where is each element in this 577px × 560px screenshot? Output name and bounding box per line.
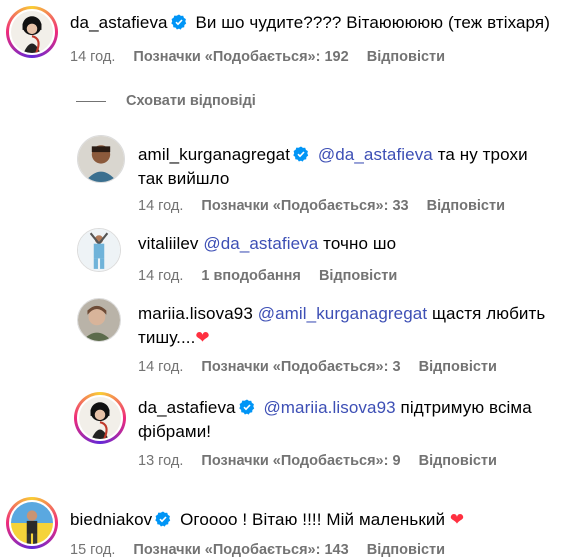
avatar[interactable] (6, 497, 58, 549)
hide-replies-label: Сховати відповіді (126, 93, 256, 109)
timestamp[interactable]: 13 год. (138, 453, 183, 469)
comment-text: biedniakov Огоооо ! Вітаю !!!! Мій мален… (70, 508, 464, 532)
reply-button[interactable]: Відповісти (367, 542, 445, 558)
likes-count[interactable]: Позначки «Подобається»: 9 (201, 453, 400, 469)
avatar-image (78, 229, 120, 271)
verified-icon (170, 14, 186, 30)
avatar-image (11, 502, 53, 544)
avatar-image (78, 136, 124, 182)
avatar-image (79, 397, 121, 439)
likes-count[interactable]: 1 вподобання (201, 268, 301, 284)
likes-count[interactable]: Позначки «Подобається»: 192 (133, 49, 348, 65)
comment-body: Ви шо чудите???? Вітаююююю (теж втіхаря) (195, 13, 550, 32)
username[interactable]: amil_kurganagregat (138, 145, 290, 164)
reply-button[interactable]: Відповісти (419, 359, 497, 375)
divider-line (76, 100, 106, 102)
likes-count[interactable]: Позначки «Подобається»: 33 (201, 198, 408, 214)
reply-body-line2: так вийшло (138, 169, 230, 188)
mention-link[interactable]: @da_astafieva (203, 234, 318, 253)
username[interactable]: biedniakov (70, 510, 152, 529)
reply-body: щастя любить (431, 304, 546, 323)
heart-icon: ❤ (449, 510, 465, 529)
avatar[interactable] (77, 228, 121, 272)
comment-meta: 15 год. Позначки «Подобається»: 143 Відп… (70, 542, 459, 558)
timestamp[interactable]: 15 год. (70, 542, 115, 558)
reply-body-line2: тишу.... (138, 328, 196, 347)
reply-meta: 13 год. Позначки «Подобається»: 9 Відпов… (138, 453, 511, 469)
reply-text: da_astafieva @mariia.lisova93 підтримую … (138, 396, 532, 444)
mention-link[interactable]: @mariia.lisova93 (263, 398, 395, 417)
comment-body: Огоооо ! Вітаю !!!! Мій маленький (180, 510, 446, 529)
heart-icon: ❤ (195, 328, 210, 347)
timestamp[interactable]: 14 год. (138, 359, 183, 375)
verified-icon (155, 511, 171, 527)
avatar[interactable] (77, 298, 121, 342)
avatar[interactable] (6, 6, 58, 58)
mention-link[interactable]: @da_astafieva (318, 145, 433, 164)
reply-meta: 14 год. Позначки «Подобається»: 3 Відпов… (138, 359, 511, 375)
comment-text: da_astafieva Ви шо чудите???? Вітаююююю … (70, 11, 550, 35)
likes-count[interactable]: Позначки «Подобається»: 143 (133, 542, 348, 558)
hide-replies-button[interactable]: Сховати відповіді (76, 93, 256, 109)
reply-body: та ну трохи (437, 145, 528, 164)
reply-text: mariia.lisova93 @amil_kurganagregat щаст… (138, 302, 545, 350)
reply-text: vitaliilev @da_astafieva точно шо (138, 232, 396, 256)
timestamp[interactable]: 14 год. (138, 198, 183, 214)
reply-meta: 14 год. 1 вподобання Відповісти (138, 268, 411, 284)
comment-meta: 14 год. Позначки «Подобається»: 192 Відп… (70, 49, 459, 65)
reply-button[interactable]: Відповісти (419, 453, 497, 469)
verified-icon (238, 399, 254, 415)
mention-link[interactable]: @amil_kurganagregat (258, 304, 427, 323)
reply-button[interactable]: Відповісти (319, 268, 397, 284)
reply-meta: 14 год. Позначки «Подобається»: 33 Відпо… (138, 198, 519, 214)
avatar-image (78, 299, 120, 341)
avatar-image (11, 11, 53, 53)
username[interactable]: da_astafieva (70, 13, 168, 32)
username[interactable]: vitaliilev (138, 234, 199, 253)
reply-body-line2: фібрами! (138, 422, 212, 441)
username[interactable]: mariia.lisova93 (138, 304, 253, 323)
reply-body: точно шо (323, 234, 397, 253)
reply-button[interactable]: Відповісти (367, 49, 445, 65)
timestamp[interactable]: 14 год. (138, 268, 183, 284)
username[interactable]: da_astafieva (138, 398, 236, 417)
verified-icon (293, 146, 309, 162)
reply-button[interactable]: Відповісти (427, 198, 505, 214)
likes-count[interactable]: Позначки «Подобається»: 3 (201, 359, 400, 375)
reply-text: amil_kurganagregat @da_astafieva та ну т… (138, 143, 528, 191)
avatar[interactable] (77, 135, 125, 183)
avatar[interactable] (74, 392, 126, 444)
timestamp[interactable]: 14 год. (70, 49, 115, 65)
reply-body: підтримую всіма (400, 398, 532, 417)
